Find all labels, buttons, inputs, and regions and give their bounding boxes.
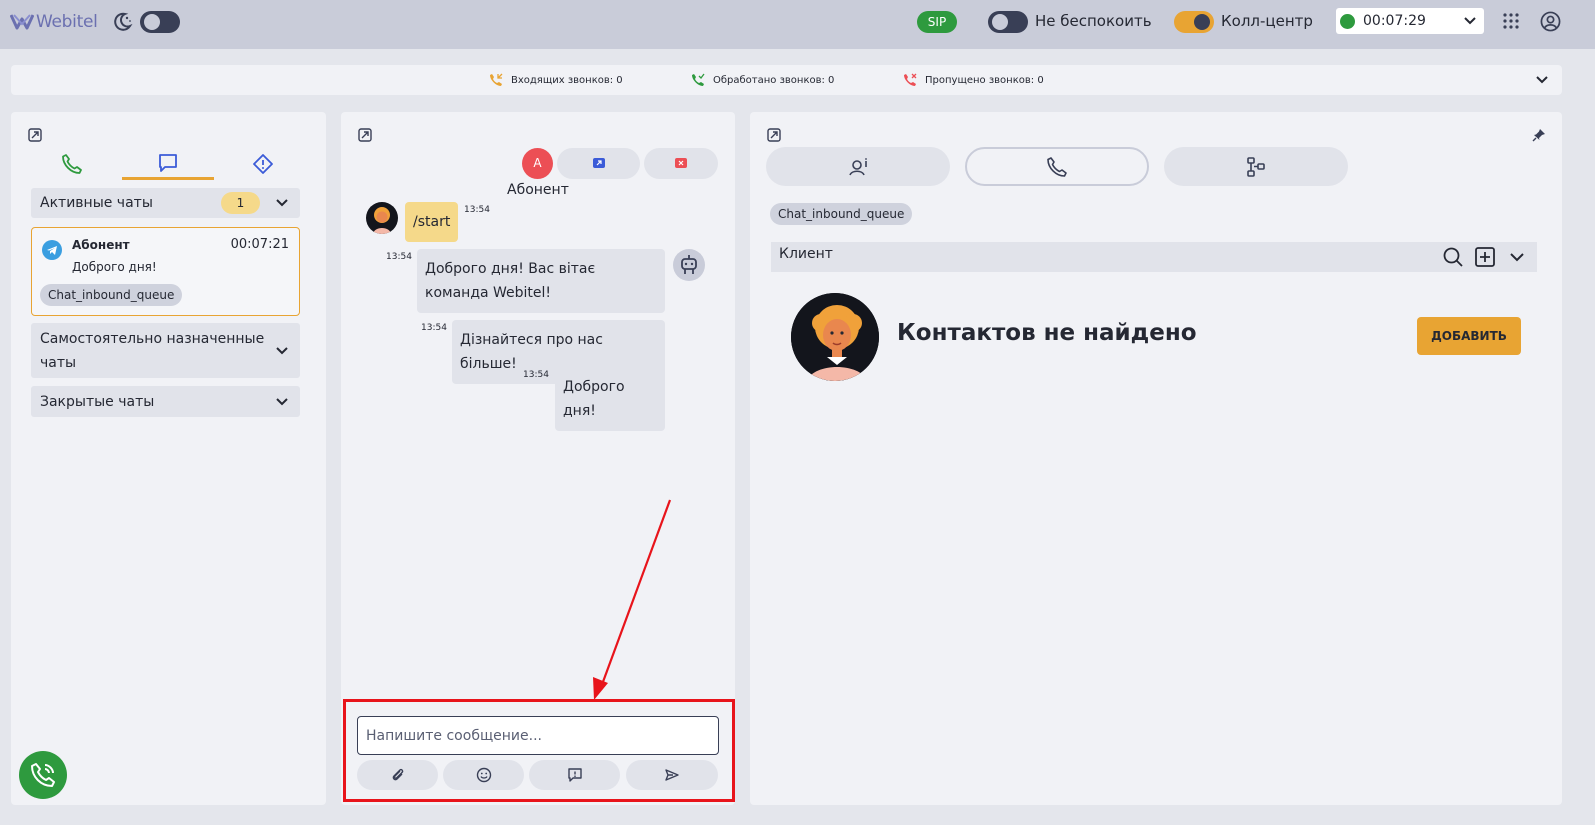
webitel-logo-icon — [10, 14, 34, 30]
handled-calls-stat: Обработано звонков: 0 — [691, 73, 834, 87]
top-bar: Webitel SIP Не беспокоить Колл-центр 00:… — [0, 0, 1595, 49]
pin-icon[interactable] — [1532, 128, 1546, 142]
collapse-panel-icon[interactable] — [358, 128, 372, 142]
chat-participant-avatar: A — [522, 148, 553, 179]
no-contacts-message: Контактов не найдено — [897, 320, 1197, 346]
attach-file-button[interactable] — [357, 760, 438, 790]
chevron-down-icon — [276, 398, 288, 406]
close-chat-button[interactable] — [644, 148, 718, 179]
send-icon — [665, 769, 679, 781]
phone-icon — [62, 154, 82, 174]
message-bubble: Доброго дня! — [555, 367, 665, 431]
toggle-knob — [144, 14, 160, 30]
client-section-title: Клиент — [779, 246, 833, 262]
message-alert-icon — [567, 768, 582, 782]
message-input[interactable] — [357, 716, 719, 755]
tab-call-history[interactable] — [965, 147, 1149, 186]
chevron-down-icon — [1464, 17, 1476, 25]
tab-alerts[interactable] — [217, 148, 309, 180]
status-timer: 00:07:29 — [1363, 13, 1426, 29]
callcenter-toggle[interactable] — [1174, 11, 1214, 33]
tab-client-info[interactable] — [766, 147, 950, 186]
closed-chats-section[interactable]: Закрытые чаты — [31, 386, 300, 417]
chevron-down-icon — [276, 199, 288, 207]
night-mode-icon — [114, 12, 133, 31]
phone-icon — [1047, 156, 1067, 177]
chat-panel — [341, 112, 735, 805]
sip-badge: SIP — [917, 11, 957, 33]
flow-diagram-icon — [1247, 156, 1265, 177]
tab-calls[interactable] — [26, 148, 118, 180]
tab-flow[interactable] — [1164, 147, 1348, 186]
tab-chats[interactable] — [122, 148, 214, 180]
queue-chip: Chat_inbound_queue — [40, 284, 183, 306]
logo-text: Webitel — [36, 12, 98, 32]
add-contact-icon[interactable] — [1474, 246, 1496, 268]
message-time: 13:54 — [386, 252, 412, 262]
add-contact-button[interactable]: ДОБАВИТЬ — [1417, 317, 1521, 355]
collapse-panel-icon[interactable] — [767, 128, 781, 142]
call-stats-bar: Входящих звонков: 0 Обработано звонков: … — [11, 65, 1562, 95]
chat-card-name: Абонент — [72, 238, 130, 252]
chat-icon — [159, 153, 177, 172]
message-time: 13:54 — [523, 370, 549, 380]
active-chats-count-badge: 1 — [221, 192, 260, 214]
webitel-logo[interactable]: Webitel — [10, 10, 98, 34]
dnd-label: Не беспокоить — [1035, 12, 1152, 30]
phone-call-icon — [31, 763, 55, 787]
missed-calls-text: Пропущено звонков: 0 — [925, 74, 1044, 86]
section-title: Закрытые чаты — [40, 394, 155, 410]
toggle-knob — [1194, 14, 1210, 30]
chat-card[interactable]: Абонент 00:07:21 Доброго дня! Chat_inbou… — [31, 227, 300, 316]
handled-calls-text: Обработано звонков: 0 — [713, 74, 835, 86]
agent-status-select[interactable]: 00:07:29 — [1336, 8, 1484, 34]
missed-calls-stat: Пропущено звонков: 0 — [903, 73, 1044, 87]
robot-icon — [681, 255, 697, 274]
telegram-icon — [42, 240, 62, 260]
chat-card-timer: 00:07:21 — [230, 237, 289, 252]
paperclip-icon — [392, 768, 403, 781]
contact-placeholder-avatar — [789, 291, 881, 383]
bot-avatar — [673, 249, 705, 281]
incoming-calls-stat: Входящих звонков: 0 — [489, 73, 623, 87]
close-chat-icon — [675, 157, 687, 168]
section-title: Самостоятельно назначенные чаты — [40, 331, 265, 371]
message-bubble: /start — [405, 202, 459, 242]
chat-card-last-message: Доброго дня! — [72, 260, 157, 274]
user-account-icon[interactable] — [1540, 11, 1561, 32]
message-time: 13:54 — [464, 205, 490, 215]
queue-chip: Chat_inbound_queue — [770, 203, 913, 225]
emoji-button[interactable] — [443, 760, 524, 790]
client-info-icon — [849, 157, 867, 175]
send-message-button[interactable] — [626, 760, 718, 790]
transfer-icon — [592, 157, 605, 168]
toggle-knob — [992, 14, 1008, 30]
message-time: 13:54 — [421, 323, 447, 333]
collapse-panel-icon[interactable] — [28, 128, 42, 142]
self-assigned-chats-section[interactable]: Самостоятельно назначенные чаты — [31, 323, 300, 378]
incoming-calls-text: Входящих звонков: 0 — [511, 74, 623, 86]
smile-icon — [476, 767, 491, 783]
chevron-down-icon — [276, 347, 288, 355]
apps-grid-icon[interactable] — [1503, 13, 1519, 29]
handled-call-icon — [692, 73, 705, 86]
transfer-chat-button[interactable] — [557, 148, 640, 179]
incoming-call-icon — [490, 73, 503, 86]
callcenter-label: Колл-центр — [1221, 12, 1313, 30]
client-section-bar: Клиент — [771, 242, 1537, 272]
night-mode-toggle[interactable] — [140, 11, 180, 33]
dnd-toggle[interactable] — [988, 11, 1028, 33]
softphone-button[interactable] — [19, 751, 67, 799]
search-icon[interactable] — [1442, 246, 1464, 268]
client-avatar — [366, 202, 398, 234]
chevron-down-icon[interactable] — [1506, 246, 1528, 268]
message-bubble: Доброго дня! Вас вітає команда Webitel! — [417, 249, 665, 313]
missed-call-icon — [904, 73, 917, 86]
warning-diamond-icon — [253, 154, 273, 174]
status-dot — [1340, 13, 1355, 29]
section-title: Активные чаты — [40, 195, 153, 211]
chevron-down-icon[interactable] — [1534, 72, 1550, 88]
chat-title: Абонент — [507, 182, 569, 198]
quick-reply-button[interactable] — [529, 760, 620, 790]
